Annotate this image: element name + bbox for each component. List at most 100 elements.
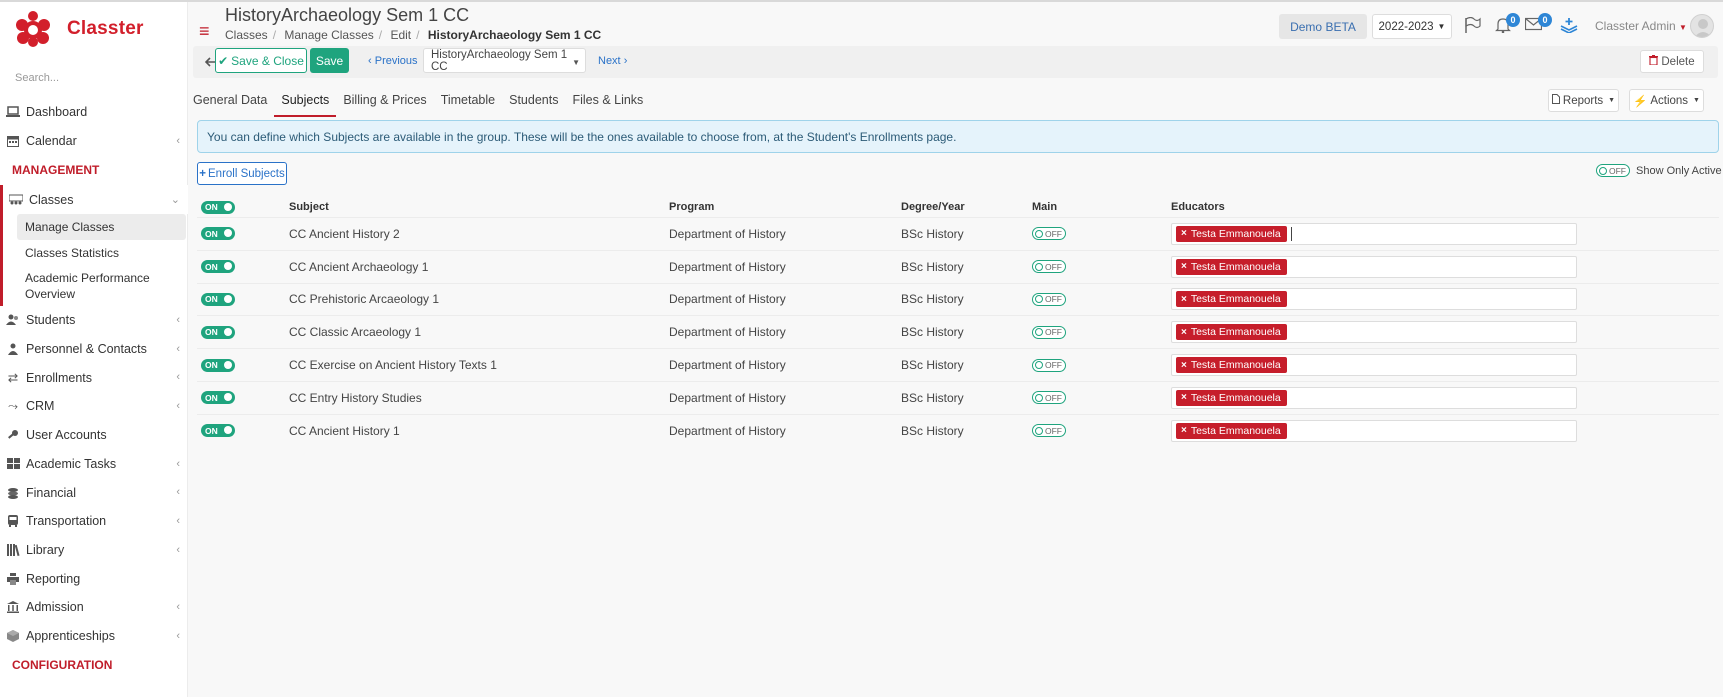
row-active-toggle[interactable]: ON: [201, 316, 235, 348]
educators-input[interactable]: × Testa Emmanouela: [1171, 386, 1577, 409]
show-only-active-label: Show Only Active: [1636, 164, 1722, 177]
sidebar-item-financial[interactable]: Financial ‹: [0, 478, 188, 507]
user-menu[interactable]: Classter Admin ▼: [1595, 19, 1687, 33]
degree-cell: BSc History: [901, 325, 964, 340]
sidebar-item-crm[interactable]: ⤳ CRM ‹: [0, 392, 188, 421]
educators-cell: × Testa Emmanouela: [1171, 316, 1577, 348]
educators-input[interactable]: × Testa Emmanouela: [1171, 354, 1577, 377]
reports-label: Reports: [1562, 94, 1604, 107]
section-configuration: CONFIGURATION: [12, 658, 113, 673]
avatar[interactable]: [1690, 14, 1714, 38]
main-toggle[interactable]: OFF: [1032, 415, 1072, 447]
sidebar-item-transportation[interactable]: Transportation ‹: [0, 507, 188, 536]
save-close-label: Save & Close: [231, 53, 304, 68]
sidebar: Classter Search... Dashboard Calendar ‹ …: [0, 2, 188, 697]
breadcrumb-edit[interactable]: Edit: [390, 28, 411, 42]
main-toggle[interactable]: OFF: [1032, 251, 1072, 283]
previous-link[interactable]: ‹ Previous: [368, 55, 418, 67]
remove-tag-icon[interactable]: ×: [1181, 392, 1187, 403]
sidebar-search-input[interactable]: Search...: [15, 72, 59, 84]
remove-tag-icon[interactable]: ×: [1181, 327, 1187, 338]
logo[interactable]: Classter: [16, 11, 144, 47]
sidebar-item-apprenticeships[interactable]: Apprenticeships ‹: [0, 622, 188, 651]
show-only-active[interactable]: OFF Show Only Active: [1596, 164, 1722, 177]
educators-input[interactable]: × Testa Emmanouela: [1171, 222, 1577, 245]
tab-files-links[interactable]: Files & Links: [565, 93, 650, 117]
table-row: ON CC Prehistoric Arcaeology 1 Departmen…: [197, 282, 1719, 316]
col-header-educators: Educators: [1171, 201, 1225, 213]
chevron-left-icon: ‹: [176, 514, 180, 527]
row-active-toggle[interactable]: ON: [201, 284, 235, 316]
program-cell: Department of History: [669, 259, 786, 274]
tab-general-data[interactable]: General Data: [186, 93, 274, 117]
remove-tag-icon[interactable]: ×: [1181, 294, 1187, 305]
toggle-state: ON: [205, 261, 218, 272]
row-active-toggle[interactable]: ON: [201, 415, 235, 447]
hamburger-menu-icon[interactable]: ≡: [199, 21, 210, 42]
main-toggle[interactable]: OFF: [1032, 284, 1072, 316]
main-toggle[interactable]: OFF: [1032, 218, 1072, 250]
text-cursor: [1290, 226, 1292, 241]
breadcrumb-manage-classes[interactable]: Manage Classes: [284, 28, 373, 42]
sidebar-item-admission[interactable]: Admission ‹: [0, 593, 188, 622]
remove-tag-icon[interactable]: ×: [1181, 425, 1187, 436]
main-toggle[interactable]: OFF: [1032, 382, 1072, 414]
program-cell: Department of History: [669, 423, 786, 438]
save-close-button[interactable]: ✔ Save & Close: [215, 48, 307, 73]
educator-tag: × Testa Emmanouela: [1176, 357, 1287, 374]
sidebar-subitem-manage-classes[interactable]: Manage Classes: [17, 214, 186, 241]
sidebar-subitem-classes-statistics[interactable]: Classes Statistics: [3, 240, 188, 266]
sidebar-item-dashboard[interactable]: Dashboard: [0, 98, 188, 127]
educators-input[interactable]: × Testa Emmanouela: [1171, 255, 1577, 278]
educator-tag: × Testa Emmanouela: [1176, 422, 1287, 439]
row-active-toggle[interactable]: ON: [201, 382, 235, 414]
flag-icon[interactable]: [1464, 16, 1481, 38]
caret-down-icon: ▼: [1608, 97, 1616, 104]
layers-plus-icon[interactable]: [1560, 17, 1578, 38]
sidebar-item-personnel[interactable]: Personnel & Contacts ‹: [0, 335, 188, 364]
actions-dropdown[interactable]: ⚡ Actions ▼: [1629, 89, 1704, 112]
select-all-toggle[interactable]: ON: [201, 200, 235, 214]
table-row: ON CC Ancient History 1 Department of Hi…: [197, 413, 1719, 447]
sidebar-item-user-accounts[interactable]: User Accounts: [0, 421, 188, 450]
tab-timetable[interactable]: Timetable: [434, 93, 502, 117]
next-link[interactable]: Next ›: [598, 55, 627, 67]
tab-subjects[interactable]: Subjects: [274, 93, 337, 117]
remove-tag-icon[interactable]: ×: [1181, 360, 1187, 371]
show-only-active-toggle[interactable]: OFF: [1596, 164, 1630, 177]
toggle-state: OFF: [1045, 228, 1062, 239]
save-button[interactable]: Save: [310, 48, 349, 73]
main-toggle[interactable]: OFF: [1032, 349, 1072, 381]
col-header-program: Program: [669, 201, 715, 213]
tab-students[interactable]: Students: [502, 93, 565, 117]
brand-name: Classter: [67, 18, 144, 39]
sidebar-item-academic-tasks[interactable]: Academic Tasks ‹: [0, 450, 188, 479]
educators-input[interactable]: × Testa Emmanouela: [1171, 419, 1577, 442]
class-selector[interactable]: HistoryArchaeology Sem 1 CC ▼: [423, 48, 586, 73]
breadcrumb-classes[interactable]: Classes: [225, 28, 268, 42]
row-active-toggle[interactable]: ON: [201, 349, 235, 381]
sidebar-item-students[interactable]: Students ‹: [0, 306, 188, 335]
row-active-toggle[interactable]: ON: [201, 251, 235, 283]
educators-input[interactable]: × Testa Emmanouela: [1171, 288, 1577, 311]
remove-tag-icon[interactable]: ×: [1181, 261, 1187, 272]
sidebar-subitem-academic-performance[interactable]: Academic Performance Overview: [3, 266, 188, 306]
enroll-subjects-button[interactable]: + Enroll Subjects: [197, 162, 287, 185]
sidebar-item-library[interactable]: Library ‹: [0, 536, 188, 565]
educator-tag: × Testa Emmanouela: [1176, 291, 1287, 308]
educators-input[interactable]: × Testa Emmanouela: [1171, 321, 1577, 344]
sidebar-item-enrollments[interactable]: ⇄ Enrollments ‹: [0, 363, 188, 392]
year-selector[interactable]: 2022-2023 ▼: [1372, 14, 1452, 39]
reports-dropdown[interactable]: Reports ▼: [1548, 89, 1619, 112]
demo-beta-button[interactable]: Demo BETA: [1279, 14, 1367, 39]
main-toggle[interactable]: OFF: [1032, 316, 1072, 348]
sidebar-item-reporting[interactable]: Reporting: [0, 564, 188, 593]
delete-button[interactable]: Delete: [1640, 50, 1704, 73]
remove-tag-icon[interactable]: ×: [1181, 228, 1187, 239]
sidebar-item-calendar[interactable]: Calendar ‹: [0, 127, 188, 156]
class-selector-value: HistoryArchaeology Sem 1 CC: [431, 48, 568, 73]
sidebar-item-classes[interactable]: Classes ⌄: [3, 185, 188, 215]
tab-billing-prices[interactable]: Billing & Prices: [336, 93, 433, 117]
educator-name: Testa Emmanouela: [1190, 424, 1281, 437]
row-active-toggle[interactable]: ON: [201, 218, 235, 250]
